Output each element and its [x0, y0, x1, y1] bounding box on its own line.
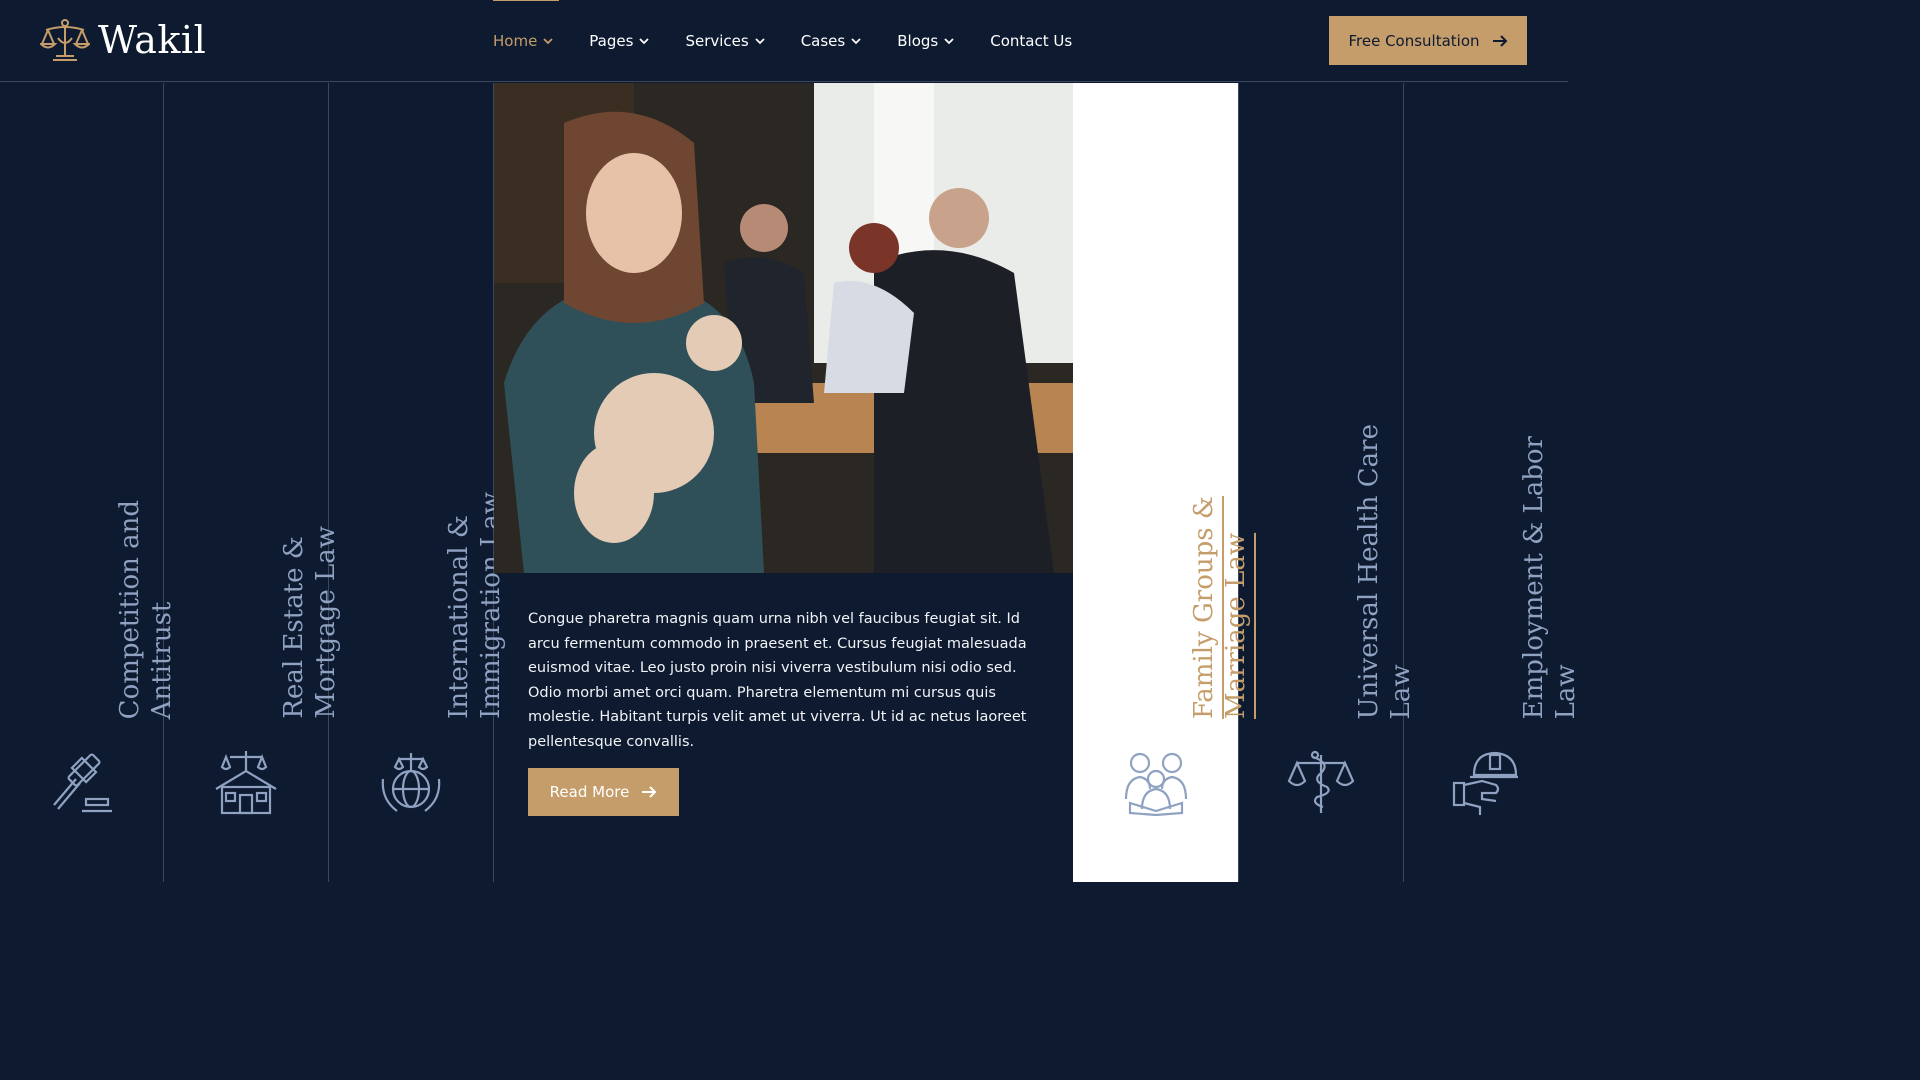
read-more-label: Read More	[549, 783, 630, 801]
nav-home[interactable]: Home	[493, 0, 560, 50]
chevron-down-icon	[944, 38, 954, 45]
nav-services-label: Services	[685, 32, 749, 50]
nav-pages[interactable]: Pages	[589, 32, 650, 50]
nav-pages-label: Pages	[589, 32, 634, 50]
chevron-down-icon	[639, 38, 650, 45]
chevron-down-icon	[543, 38, 553, 45]
globe-scales-icon	[381, 753, 441, 812]
practice-area-label: Employment & Labor Law	[1519, 435, 1581, 719]
free-consultation-button[interactable]: Free Consultation	[1329, 16, 1527, 65]
house-scales-icon	[215, 751, 277, 815]
hardhat-hand-icon	[1452, 751, 1518, 815]
nav-contact-us[interactable]: Contact Us	[990, 32, 1072, 50]
nav-blogs[interactable]: Blogs	[897, 32, 954, 50]
practice-area-health-care[interactable]: Universal Health Care Law	[1239, 83, 1416, 882]
nav-cases-label: Cases	[800, 32, 846, 50]
practice-area-international[interactable]: International & Immigration Law	[329, 83, 506, 882]
featured-photo	[494, 83, 1073, 573]
practice-area-family[interactable]: Family Groups & Marriage Law	[1073, 83, 1251, 882]
practice-area-real-estate[interactable]: Real Estate & Mortgage Law	[164, 83, 341, 882]
main-nav: Home Pages Services Cases Blogs Contact …	[493, 0, 1108, 82]
nav-blogs-label: Blogs	[897, 32, 939, 50]
nav-contact-us-label: Contact Us	[990, 32, 1073, 50]
arrow-right-icon	[1492, 34, 1507, 47]
practice-area-competition[interactable]: Competition and Antitrust	[0, 83, 177, 882]
free-consultation-label: Free Consultation	[1348, 31, 1480, 50]
nav-home-label: Home	[493, 32, 538, 50]
logo[interactable]: Wakil	[40, 18, 206, 62]
scales-of-justice-icon	[40, 19, 90, 61]
featured-practice-area: Congue pharetra magnis quam urna nibh ve…	[494, 83, 1073, 882]
featured-description: Congue pharetra magnis quam urna nibh ve…	[528, 611, 1027, 750]
chevron-down-icon	[755, 38, 765, 45]
chevron-down-icon	[851, 38, 861, 45]
site-header: Wakil Home Pages Services Cases Blogs Co…	[0, 0, 1568, 82]
practice-area-employment[interactable]: Employment & Labor Law	[1404, 83, 1581, 882]
gavel-icon	[52, 753, 112, 813]
caduceus-scales-icon	[1287, 750, 1355, 813]
family-icon	[1124, 752, 1187, 817]
brand-name: Wakil	[98, 18, 207, 62]
arrow-right-icon	[642, 786, 657, 798]
nav-cases[interactable]: Cases	[801, 32, 862, 50]
read-more-button[interactable]: Read More	[528, 768, 679, 816]
nav-services[interactable]: Services	[685, 32, 765, 50]
